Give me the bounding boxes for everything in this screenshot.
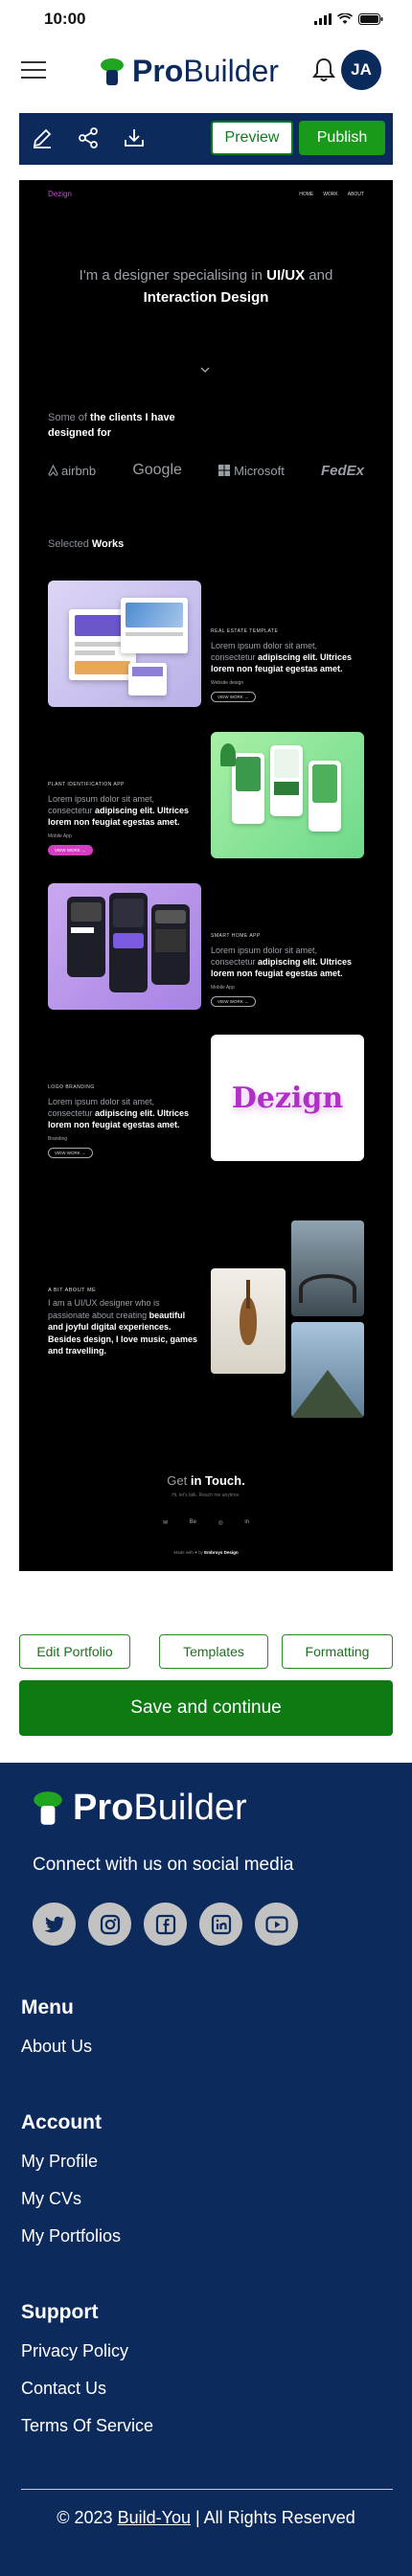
linkedin-icon[interactable] bbox=[199, 1903, 242, 1946]
portfolio-preview[interactable]: Dezign HOME WORK ABOUT I'm a designer sp… bbox=[19, 180, 393, 1571]
contact-subtext: Hi, let's talk. Reach me anytime. bbox=[172, 1493, 240, 1498]
portfolio-logo: Dezign bbox=[48, 190, 72, 198]
work-thumbnail-real-estate[interactable] bbox=[48, 581, 201, 707]
edit-icon[interactable] bbox=[31, 126, 54, 149]
brand-logo[interactable]: ProBuilder bbox=[100, 54, 279, 89]
instagram-icon[interactable] bbox=[88, 1903, 131, 1946]
portfolio-social-links: ✉ Be ◎ in bbox=[163, 1519, 249, 1526]
client-logos: airbnb Google Microsoft FedEx bbox=[48, 462, 364, 479]
about-photo-guitar bbox=[211, 1268, 286, 1374]
build-you-link[interactable]: Build-You bbox=[118, 2508, 191, 2527]
about-photo-mountain bbox=[291, 1322, 364, 1418]
brand-mark-icon bbox=[34, 1791, 62, 1825]
footer-connect-text: Connect with us on social media bbox=[33, 1855, 294, 1875]
email-icon[interactable]: ✉ bbox=[163, 1519, 168, 1526]
editor-toolbar: Preview Publish bbox=[19, 113, 393, 165]
microsoft-logo: Microsoft bbox=[218, 464, 285, 478]
footer-menu-heading: Menu bbox=[21, 1996, 74, 2018]
footer-link-contact-us[interactable]: Contact Us bbox=[21, 2379, 106, 2399]
footer-link-my-portfolios[interactable]: My Portfolios bbox=[21, 2226, 121, 2246]
work-info-smart-home: SMART HOME APP Lorem ipsum dolor sit ame… bbox=[211, 933, 364, 1008]
status-icons bbox=[314, 13, 383, 25]
formatting-button[interactable]: Formatting bbox=[282, 1634, 393, 1669]
footer-brand-logo[interactable]: ProBuilder bbox=[33, 1788, 247, 1829]
dezign-logo-text: Dezign bbox=[231, 1081, 344, 1115]
battery-icon bbox=[358, 13, 383, 25]
work-thumbnail-smart-home[interactable] bbox=[48, 883, 201, 1010]
share-icon[interactable] bbox=[77, 126, 100, 149]
edit-portfolio-button[interactable]: Edit Portfolio bbox=[19, 1634, 130, 1669]
selected-works-heading: Selected Works bbox=[48, 538, 125, 550]
footer-link-about-us[interactable]: About Us bbox=[21, 2037, 92, 2057]
notification-bell-icon[interactable] bbox=[312, 57, 335, 82]
publish-button[interactable]: Publish bbox=[299, 121, 385, 155]
signal-icon bbox=[314, 13, 332, 25]
footer-divider bbox=[21, 2489, 393, 2490]
work-info-plant-app: PLANT IDENTIFICATION APP Lorem ipsum dol… bbox=[48, 782, 201, 856]
clients-heading: Some of the clients I have designed for bbox=[48, 412, 175, 439]
download-icon[interactable] bbox=[123, 126, 146, 149]
airbnb-logo: airbnb bbox=[48, 464, 96, 478]
google-logo: Google bbox=[132, 462, 182, 478]
view-work-button[interactable]: VIEW WORK → bbox=[48, 845, 93, 855]
avatar[interactable]: JA bbox=[341, 50, 381, 90]
footer-account-heading: Account bbox=[21, 2111, 102, 2133]
footer-link-my-profile[interactable]: My Profile bbox=[21, 2152, 98, 2172]
dribbble-icon[interactable]: ◎ bbox=[218, 1519, 223, 1526]
status-time: 10:00 bbox=[44, 10, 86, 28]
about-label: A BIT ABOUT ME bbox=[48, 1288, 97, 1293]
portfolio-nav-work[interactable]: WORK bbox=[323, 192, 338, 197]
preview-button[interactable]: Preview bbox=[211, 121, 293, 155]
portfolio-nav-about[interactable]: ABOUT bbox=[348, 192, 364, 197]
about-photo-driving bbox=[291, 1220, 364, 1316]
site-footer: ProBuilder Connect with us on social med… bbox=[0, 1763, 412, 2576]
twitter-icon[interactable] bbox=[33, 1903, 76, 1946]
fedex-logo: FedEx bbox=[320, 462, 364, 479]
work-info-real-estate: REAL ESTATE TEMPLATE Lorem ipsum dolor s… bbox=[211, 628, 364, 703]
brand-mark-icon bbox=[101, 57, 124, 85]
portfolio-nav: HOME WORK ABOUT bbox=[299, 192, 364, 197]
portfolio-nav-home[interactable]: HOME bbox=[299, 192, 313, 197]
work-thumbnail-plant-app[interactable] bbox=[211, 732, 364, 858]
view-work-button[interactable]: VIEW WORK → bbox=[211, 996, 256, 1007]
made-with-credit: Made with ♥ by Embroys Design bbox=[173, 1550, 239, 1555]
behance-icon[interactable]: Be bbox=[190, 1519, 196, 1526]
portfolio-hero: I'm a designer specialising in UI/UX and… bbox=[79, 267, 333, 306]
work-thumbnail-logo-branding[interactable]: Dezign bbox=[211, 1035, 364, 1161]
footer-link-terms[interactable]: Terms Of Service bbox=[21, 2416, 153, 2436]
work-info-logo-branding: LOGO BRANDING Lorem ipsum dolor sit amet… bbox=[48, 1084, 201, 1159]
linkedin-icon[interactable]: in bbox=[244, 1519, 249, 1526]
footer-social-links bbox=[33, 1903, 298, 1946]
view-work-button[interactable]: VIEW WORK → bbox=[211, 692, 256, 702]
contact-heading: Get in Touch. bbox=[167, 1473, 245, 1488]
airbnb-icon bbox=[48, 465, 58, 476]
status-bar: 10:00 bbox=[0, 0, 412, 38]
app-header: ProBuilder JA bbox=[0, 38, 412, 113]
wifi-icon bbox=[337, 13, 353, 24]
footer-link-my-cvs[interactable]: My CVs bbox=[21, 2189, 81, 2209]
brand-name: ProBuilder bbox=[132, 54, 279, 88]
footer-copyright: © 2023 Build-You | All Rights Reserved bbox=[57, 2508, 355, 2527]
save-and-continue-button[interactable]: Save and continue bbox=[19, 1680, 393, 1736]
footer-link-privacy-policy[interactable]: Privacy Policy bbox=[21, 2341, 128, 2361]
about-text: I am a UI/UX designer who is passionate … bbox=[48, 1298, 198, 1356]
menu-icon[interactable] bbox=[21, 61, 46, 80]
footer-brand-name: ProBuilder bbox=[73, 1788, 247, 1828]
view-work-button[interactable]: VIEW WORK → bbox=[48, 1148, 93, 1158]
chevron-down-icon[interactable] bbox=[200, 366, 210, 374]
facebook-icon[interactable] bbox=[144, 1903, 187, 1946]
templates-button[interactable]: Templates bbox=[159, 1634, 268, 1669]
footer-support-heading: Support bbox=[21, 2301, 99, 2323]
microsoft-icon bbox=[218, 465, 231, 476]
youtube-icon[interactable] bbox=[255, 1903, 298, 1946]
